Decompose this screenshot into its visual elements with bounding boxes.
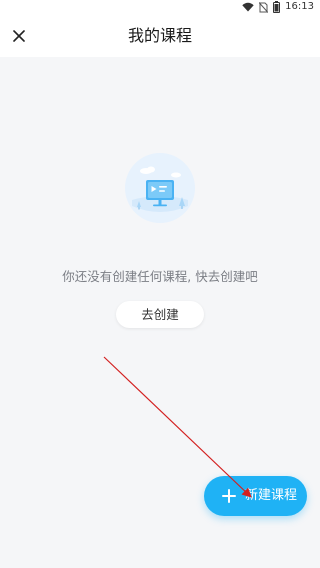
go-create-button[interactable]: 去创建 xyxy=(116,301,204,328)
fab-label: 新建课程 xyxy=(245,488,298,503)
no-sim-icon xyxy=(259,1,269,13)
nav-bar: 我的课程 xyxy=(0,14,320,57)
empty-course-illustration xyxy=(124,152,196,224)
status-bar: 16:13 xyxy=(0,0,320,14)
status-time: 16:13 xyxy=(285,1,314,12)
close-button[interactable] xyxy=(6,23,32,49)
battery-icon xyxy=(273,1,281,13)
wifi-icon xyxy=(242,2,254,12)
plus-icon xyxy=(221,488,237,504)
page-title: 我的课程 xyxy=(127,26,192,45)
close-icon xyxy=(13,27,25,46)
status-icons: 16:13 xyxy=(242,1,314,13)
new-course-fab[interactable]: 新建课程 xyxy=(204,476,307,516)
empty-state-message: 你还没有创建任何课程, 快去创建吧 xyxy=(62,269,258,284)
